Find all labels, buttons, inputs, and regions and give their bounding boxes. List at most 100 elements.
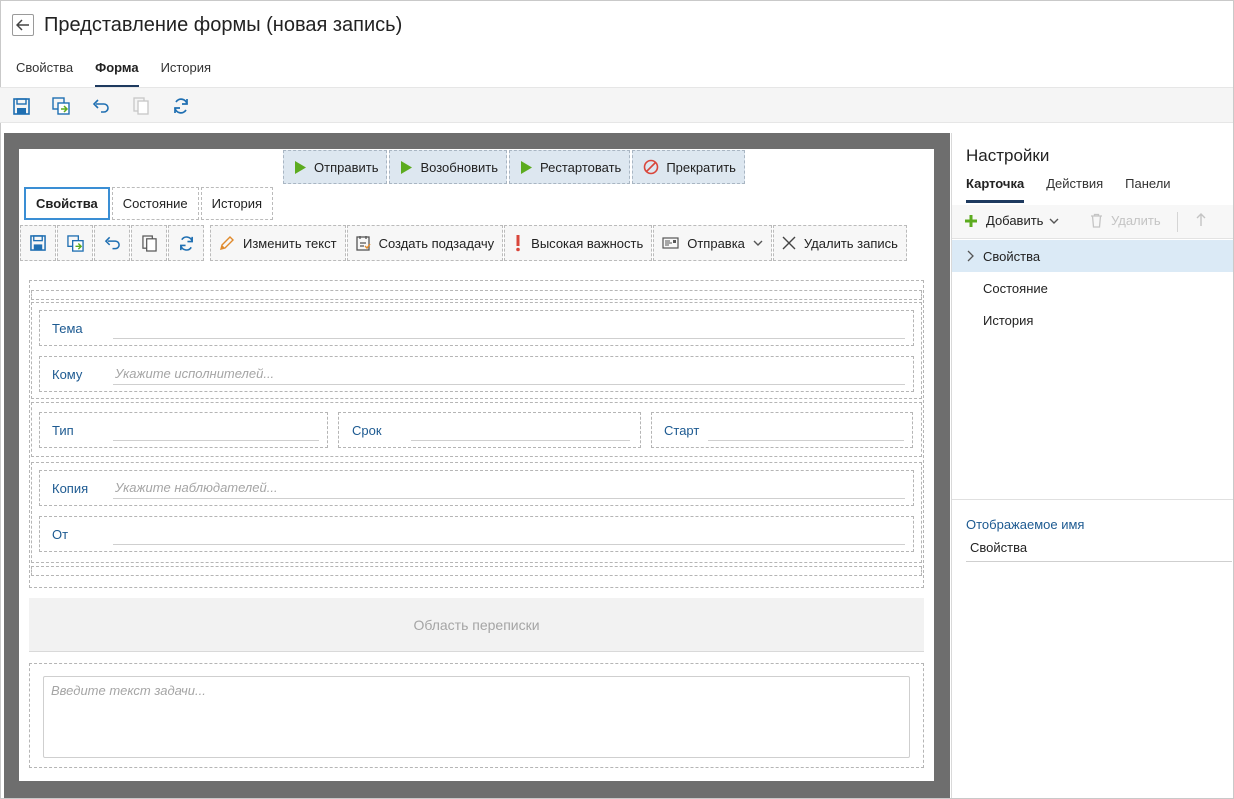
send-button-label: Отправить (314, 159, 379, 175)
tab-panels[interactable]: Панели (1125, 176, 1170, 197)
trash-icon (1091, 213, 1102, 228)
from-field[interactable]: От (39, 516, 914, 552)
page-title: Представление формы (новая запись) (44, 14, 403, 36)
edit-text-label: Изменить текст (243, 235, 337, 251)
save-icon[interactable] (11, 96, 31, 116)
edit-text-button[interactable]: Изменить текст (210, 225, 346, 261)
display-name-label: Отображаемое имя (966, 517, 1085, 532)
tree-item-label: История (983, 312, 1034, 328)
type-input-line (113, 440, 319, 441)
empty-row (31, 566, 922, 576)
display-name-input[interactable]: Свойства (966, 540, 1232, 562)
to-label: Кому (52, 366, 83, 382)
start-field[interactable]: Старт (651, 412, 913, 448)
settings-title: Настройки (966, 146, 1050, 165)
create-subtask-label: Создать подзадачу (378, 235, 495, 251)
form-tab-state[interactable]: Состояние (111, 187, 199, 220)
tab-actions[interactable]: Действия (1046, 176, 1103, 197)
tab-form[interactable]: Форма (95, 60, 140, 88)
send-dropdown-label: Отправка (687, 235, 745, 251)
back-button[interactable] (12, 14, 34, 36)
action-bar: Отправить Возобновить Рестартовать Прекр… (283, 150, 747, 184)
form-save-button[interactable] (20, 225, 56, 261)
terminate-button[interactable]: Прекратить (632, 150, 745, 184)
add-button-label: Добавить (986, 213, 1044, 228)
copy-input-line (113, 498, 905, 499)
form-undo-button[interactable] (94, 225, 130, 261)
copy-icon (141, 234, 157, 252)
chevron-right-icon[interactable] (967, 250, 974, 262)
from-input-line (113, 544, 905, 545)
deadline-field[interactable]: Срок (338, 412, 641, 448)
high-priority-label: Высокая важность (531, 235, 644, 251)
copy-icon (131, 96, 151, 116)
top-tabs: Свойства Форма История (16, 60, 233, 88)
arrow-left-icon (16, 19, 29, 31)
restart-button-label: Рестартовать (540, 159, 622, 175)
add-button[interactable]: Добавить (964, 213, 1059, 228)
plus-icon (965, 214, 977, 227)
type-field[interactable]: Тип (39, 412, 328, 448)
settings-panel: Настройки Карточка Действия Панели Добав… (951, 133, 1233, 798)
send-dropdown-button[interactable]: Отправка (653, 225, 772, 261)
chevron-down-icon (1049, 218, 1059, 224)
subtask-icon (355, 236, 371, 251)
high-priority-button[interactable]: Высокая важность (504, 225, 653, 261)
form-refresh-button[interactable] (168, 225, 204, 261)
tree-item-history[interactable]: История (952, 304, 1233, 336)
save-as-icon[interactable] (51, 96, 71, 116)
create-subtask-button[interactable]: Создать подзадачу (346, 225, 504, 261)
copy-field[interactable]: Копия Укажите наблюдателей... (39, 470, 914, 506)
task-text-placeholder: Введите текст задачи... (51, 683, 206, 698)
form-save-as-button[interactable] (57, 225, 93, 261)
form-tab-properties[interactable]: Свойства (24, 187, 110, 220)
move-up-icon (1196, 213, 1206, 230)
copy-label: Копия (52, 480, 89, 496)
empty-row (31, 290, 922, 300)
undo-icon[interactable] (91, 96, 111, 116)
start-label: Старт (664, 422, 700, 438)
form-tab-history[interactable]: История (200, 187, 274, 220)
delete-record-label: Удалить запись (803, 235, 898, 251)
refresh-icon (179, 235, 193, 251)
stop-icon (644, 159, 659, 175)
restart-button[interactable]: Рестартовать (509, 150, 631, 184)
resume-button-label: Возобновить (420, 159, 499, 175)
to-placeholder: Укажите исполнителей... (115, 366, 275, 381)
subject-field[interactable]: Тема (39, 310, 914, 346)
subject-input-line (113, 338, 905, 339)
chevron-down-icon (753, 240, 763, 246)
tab-history[interactable]: История (161, 60, 211, 81)
save-icon (30, 235, 46, 251)
tab-properties[interactable]: Свойства (16, 60, 73, 81)
task-text-input[interactable]: Введите текст задачи... (43, 676, 910, 758)
to-field[interactable]: Кому Укажите исполнителей... (39, 356, 914, 392)
tree-item-label: Состояние (983, 280, 1048, 296)
play-icon (401, 160, 413, 174)
main-toolbar (0, 87, 1233, 123)
from-label: От (52, 526, 69, 542)
form-toolbar: Изменить текст Создать подзадачу Высокая… (20, 225, 908, 261)
settings-tabs: Карточка Действия Панели (966, 176, 1193, 203)
resume-button[interactable]: Возобновить (389, 150, 508, 184)
tab-card[interactable]: Карточка (966, 176, 1025, 203)
to-input-line (113, 384, 905, 385)
correspondence-area: Область переписки (29, 598, 924, 652)
refresh-icon[interactable] (171, 96, 191, 116)
pencil-icon (220, 236, 234, 250)
tree-item-properties[interactable]: Свойства (952, 240, 1233, 272)
form-copy-button[interactable] (131, 225, 167, 261)
delete-record-button[interactable]: Удалить запись (772, 225, 907, 261)
tree-item-state[interactable]: Состояние (952, 272, 1233, 304)
play-icon (521, 160, 533, 174)
tree-item-label: Свойства (983, 248, 1041, 264)
terminate-button-label: Прекратить (666, 159, 736, 175)
send-button[interactable]: Отправить (283, 150, 388, 184)
delete-button-label: Удалить (1111, 213, 1161, 228)
panel-divider (952, 499, 1233, 500)
play-icon (295, 160, 306, 174)
send-icon (662, 237, 679, 249)
save-as-icon (66, 234, 84, 252)
deadline-label: Срок (352, 422, 382, 438)
type-label: Тип (52, 422, 74, 438)
